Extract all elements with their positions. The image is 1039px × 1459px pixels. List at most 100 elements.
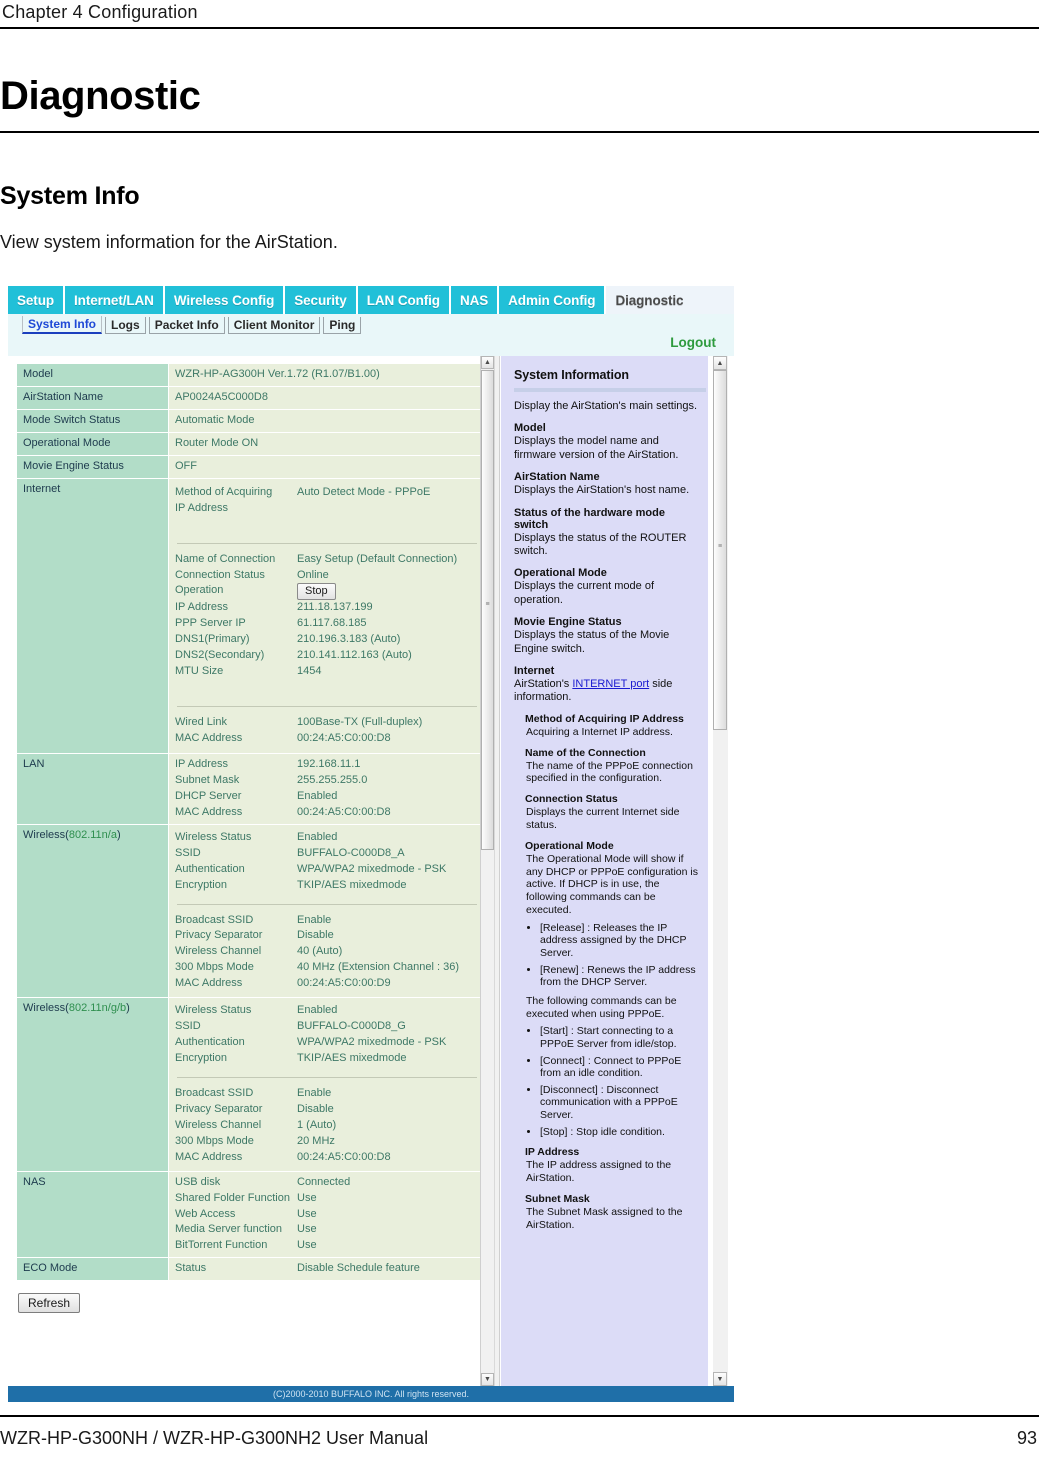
tab-internet-lan[interactable]: Internet/LAN: [65, 286, 165, 314]
info-value: WPA/WPA2 mixedmode - PSK: [297, 862, 447, 875]
info-key: Broadcast SSID: [175, 1086, 254, 1099]
info-value: Enable: [297, 1086, 332, 1099]
subtab-client-monitor[interactable]: Client Monitor: [227, 316, 321, 334]
info-value: 1 (Auto): [297, 1118, 337, 1131]
row-value: OFF: [168, 454, 486, 479]
help-subheading: Operational Mode: [525, 839, 614, 852]
info-key: Privacy Separator: [175, 1102, 263, 1115]
help-bullet: [Disconnect] : Disconnect communication …: [540, 1084, 698, 1122]
info-value: 210.196.3.183 (Auto): [297, 633, 401, 646]
section-intro: View system information for the AirStati…: [0, 232, 338, 252]
help-scroll-thumb[interactable]: ≡: [713, 370, 727, 730]
info-row: Name of Connection Easy Setup (Default Co…: [175, 552, 479, 568]
subtab-system-info[interactable]: System Info: [22, 316, 103, 334]
info-row: Wired Link 100Base-TX (Full-duplex): [175, 715, 479, 731]
header-rule: [0, 27, 1039, 29]
scroll-up-icon[interactable]: ▲: [481, 356, 494, 369]
help-bullet: [Release] : Releases the IP address assi…: [540, 922, 698, 960]
info-row: PPP Server IP 61.117.68.185: [175, 616, 479, 632]
help-scroll-down-icon[interactable]: ▼: [713, 1372, 727, 1386]
help-subheading: IP Address: [525, 1146, 580, 1159]
help-paragraph: Displays the status of the Movie Engine …: [514, 629, 670, 655]
table-row: Wireless(802.11n/g/b) Wireless Status Enab…: [16, 997, 486, 1172]
info-key: Subnet Mask: [175, 773, 240, 786]
info-key: Wireless Status: [175, 1004, 252, 1017]
info-row: MAC Address 00:24:A5:C0:00:D9: [175, 976, 479, 992]
subtab-ping[interactable]: Ping: [323, 316, 362, 334]
tab-security[interactable]: Security: [285, 286, 358, 314]
subtab-packet-info[interactable]: Packet Info: [148, 316, 225, 334]
tab-setup[interactable]: Setup: [8, 286, 66, 314]
info-value: Easy Setup (Default Connection): [297, 552, 458, 565]
help-bullet: [Stop] : Stop idle condition.: [540, 1126, 698, 1139]
info-value: 00:24:A5:C0:00:D8: [297, 1150, 391, 1163]
tab-wireless-config[interactable]: Wireless Config: [164, 286, 286, 314]
info-key: DNS2(Secondary): [175, 649, 265, 662]
info-row: Media Server function Use: [175, 1222, 479, 1238]
help-paragraph: The following commands can be executed w…: [526, 994, 677, 1020]
table-row: Movie Engine Status OFF: [16, 454, 486, 479]
logout-link[interactable]: Logout: [670, 335, 716, 350]
row-value: Automatic Mode: [168, 408, 486, 433]
help-bullet: [Connect] : Connect to PPPoE from an idl…: [540, 1055, 698, 1080]
subtab-logs[interactable]: Logs: [105, 316, 146, 334]
help-paragraph: Acquiring a Internet IP address.: [526, 725, 673, 738]
info-value: 61.117.68.185: [297, 617, 367, 630]
info-value: 192.168.11.1: [297, 758, 361, 770]
help-heading: Internet: [514, 665, 555, 678]
info-key: Broadcast SSID: [175, 913, 254, 926]
row-value: Router Mode ON: [168, 431, 486, 456]
help-subheading: Connection Status: [525, 793, 618, 806]
stop-button[interactable]: Stop: [297, 583, 336, 601]
info-key: Authentication: [175, 862, 245, 875]
help-paragraph: The Subnet Mask assigned to the AirStati…: [526, 1205, 683, 1231]
info-key: Privacy Separator: [175, 929, 263, 942]
info-row: Status Disable Schedule feature: [175, 1261, 479, 1277]
refresh-button[interactable]: Refresh: [18, 1293, 81, 1314]
info-row: SSID BUFFALO-C000D8_G: [175, 1019, 479, 1035]
info-value: 211.18.137.199: [297, 601, 373, 614]
info-row: IP Address 211.18.137.199: [175, 600, 479, 616]
divider: [177, 706, 477, 708]
info-key: DNS1(Primary): [175, 633, 250, 646]
info-key: DHCP Server: [175, 789, 242, 802]
info-row: MAC Address 00:24:A5:C0:00:D8: [175, 1150, 479, 1166]
help-title: System Information: [514, 368, 629, 382]
row-label: ECO Mode: [16, 1257, 169, 1282]
info-key: SSID: [175, 846, 201, 859]
row-value: IP Address 192.168.11.1 Subnet Mask 255.255…: [168, 753, 486, 825]
ui-body: Model WZR-HP-AG300H Ver.1.72 (R1.07/B1.00…: [8, 356, 734, 1386]
left-scrollbar[interactable]: ▲ ≡ ▼: [480, 356, 494, 1386]
tab-admin-config[interactable]: Admin Config: [499, 286, 607, 314]
main-tab-bar: Setup Internet/LAN Wireless Config Security…: [8, 286, 734, 314]
info-key: Operation: [175, 584, 224, 597]
info-row: MTU Size 1454: [175, 664, 479, 680]
help-subheading: Method of Acquiring IP Address: [525, 712, 684, 725]
table-row: Model WZR-HP-AG300H Ver.1.72 (R1.07/B1.00…: [16, 363, 486, 387]
internet-port-link[interactable]: INTERNET port: [572, 678, 649, 690]
left-scroll-thumb[interactable]: ≡: [481, 370, 494, 850]
help-left-edge: [495, 356, 500, 1386]
info-row: Encryption TKIP/AES mixedmode: [175, 1051, 479, 1067]
help-scrollbar[interactable]: ▲ ≡ ▼: [713, 356, 728, 1386]
row-value: Wireless Status Enabled SSID BUFFALO-C000D8…: [168, 997, 486, 1172]
tab-diagnostic[interactable]: Diagnostic: [606, 286, 693, 314]
info-value: 20 MHz: [297, 1134, 335, 1147]
tab-lan-config[interactable]: LAN Config: [357, 286, 451, 314]
row-label: AirStation Name: [16, 385, 169, 410]
row-label: NAS: [16, 1170, 169, 1259]
info-key: Connection Status: [175, 568, 265, 581]
footer-rule: [0, 1415, 1039, 1417]
scroll-grip-icon: ≡: [485, 601, 490, 608]
divider: [177, 542, 477, 544]
row-value: Status Disable Schedule feature: [168, 1257, 486, 1282]
help-scroll-up-icon[interactable]: ▲: [713, 356, 727, 370]
info-key: USB disk: [175, 1175, 221, 1188]
help-paragraph: Displays the current mode of operation.: [514, 580, 655, 606]
info-row: Connection Status Online: [175, 568, 479, 584]
info-key: IP Address: [175, 758, 228, 770]
help-paragraph: Displays the AirStation's host name.: [514, 484, 690, 497]
logout-row: Logout: [8, 335, 734, 356]
tab-nas[interactable]: NAS: [450, 286, 500, 314]
scroll-down-icon[interactable]: ▼: [481, 1373, 494, 1386]
